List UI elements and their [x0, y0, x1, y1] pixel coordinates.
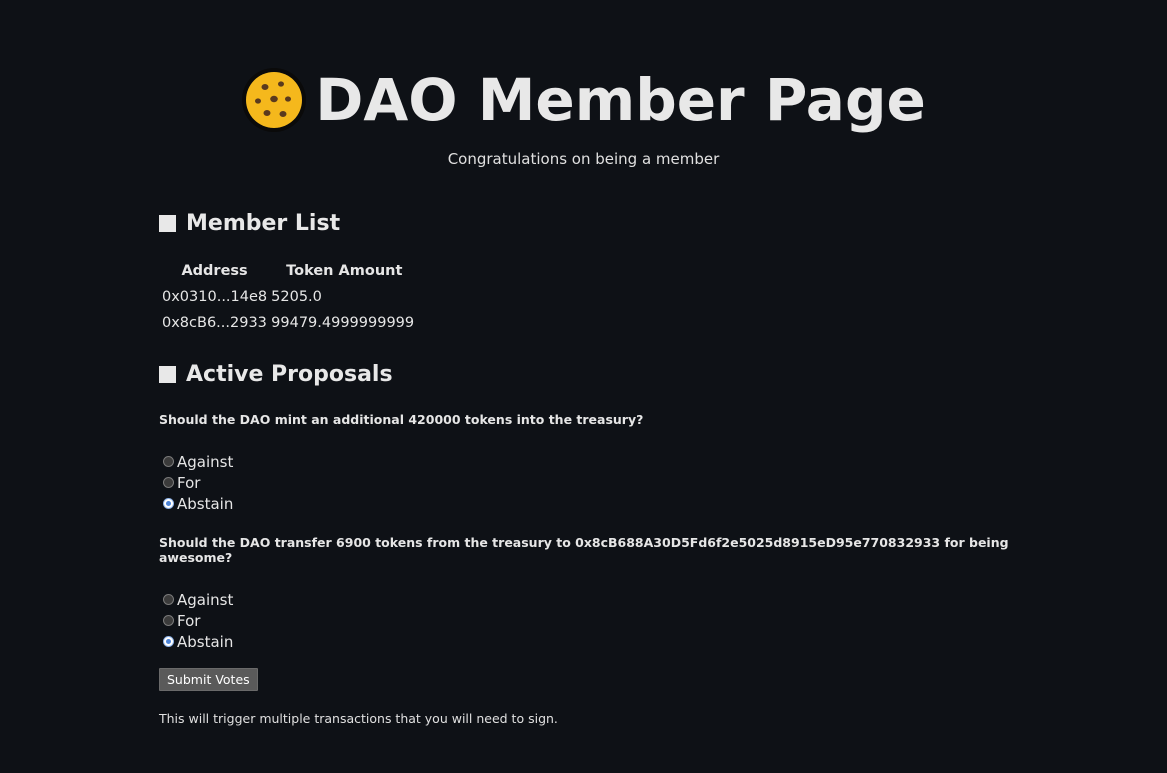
page-subtitle: Congratulations on being a member: [447, 150, 720, 168]
vote-option-against[interactable]: Against: [163, 451, 1059, 472]
radio-button[interactable]: [163, 477, 174, 488]
option-label: Abstain: [177, 632, 234, 651]
proposal-question: Should the DAO mint an additional 420000…: [159, 412, 644, 427]
radio-button-selected[interactable]: [163, 498, 174, 509]
member-token-amount: 5205.0: [271, 289, 322, 305]
proposal-question: Should the DAO transfer 6900 tokens from…: [159, 535, 1009, 565]
submit-votes-button[interactable]: Submit Votes: [159, 668, 258, 691]
cookie-icon: [242, 68, 307, 132]
option-label: For: [177, 611, 201, 630]
member-address: 0x8cB6...2933: [162, 315, 267, 331]
member-list-heading: Member List: [159, 205, 1059, 241]
table-row: 0x0310...14e8 5205.0: [161, 285, 418, 309]
member-address: 0x0310...14e8: [162, 289, 268, 305]
dao-member-page: DAO Member Page Congratulations on being…: [0, 0, 1167, 773]
member-table-header: Address Token Amount: [161, 259, 418, 283]
table-row: 0x8cB6...2933 99479.4999999999: [161, 311, 418, 335]
option-label: Abstain: [177, 494, 234, 513]
active-proposals-heading: Active Proposals: [159, 356, 1059, 392]
page-header: DAO Member Page: [0, 62, 1167, 138]
radio-button[interactable]: [163, 594, 174, 605]
title-row: DAO Member Page: [241, 62, 926, 138]
vote-option-for[interactable]: For: [163, 472, 1059, 493]
vote-option-abstain[interactable]: Abstain: [163, 493, 1059, 514]
member-list-title: Member List: [186, 210, 341, 236]
radio-button[interactable]: [163, 456, 174, 467]
square-bullet-icon: [159, 214, 176, 232]
vote-option-abstain[interactable]: Abstain: [163, 631, 1059, 652]
active-proposals-title: Active Proposals: [186, 361, 393, 387]
member-token-amount: 99479.4999999999: [271, 315, 415, 331]
option-label: Against: [177, 590, 234, 609]
transaction-note: This will trigger multiple transactions …: [159, 711, 558, 726]
vote-option-against[interactable]: Against: [163, 589, 1059, 610]
radio-button[interactable]: [163, 615, 174, 626]
vote-option-for[interactable]: For: [163, 610, 1059, 631]
option-label: Against: [177, 452, 234, 471]
square-bullet-icon: [159, 365, 176, 383]
radio-button-selected[interactable]: [163, 636, 174, 647]
option-label: For: [177, 473, 201, 492]
column-header-token-amount: Token Amount: [286, 263, 403, 279]
column-header-address: Address: [181, 263, 248, 279]
vote-options: Against For Abstain: [163, 589, 1059, 652]
proposal-2: Should the DAO transfer 6900 tokens from…: [159, 535, 1059, 652]
proposal-1: Should the DAO mint an additional 420000…: [159, 412, 1059, 514]
vote-options: Against For Abstain: [163, 451, 1059, 514]
main-content: Member List Address Token Amount 0x0310.…: [159, 205, 1059, 726]
page-title: DAO Member Page: [315, 66, 926, 134]
member-table: Address Token Amount 0x0310...14e8 5205.…: [159, 257, 420, 337]
